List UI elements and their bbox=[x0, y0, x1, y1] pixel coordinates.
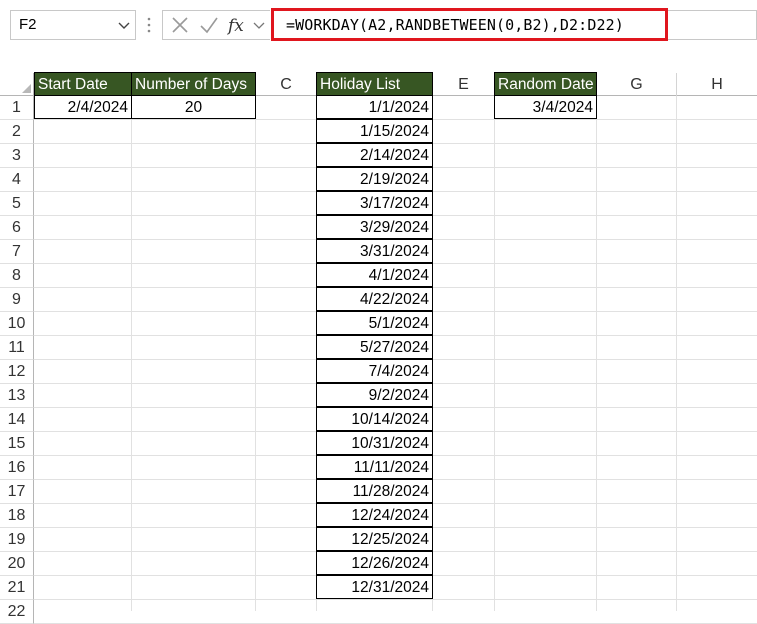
holiday-cell[interactable]: 3/31/2024 bbox=[316, 239, 433, 263]
row-header[interactable]: 5 bbox=[0, 192, 34, 216]
cell-b1[interactable]: Number of Days bbox=[131, 72, 256, 96]
column-header-g[interactable]: G bbox=[597, 73, 677, 96]
holiday-cell[interactable]: 12/31/2024 bbox=[316, 575, 433, 599]
holiday-cell[interactable]: 3/17/2024 bbox=[316, 191, 433, 215]
row-header[interactable]: 6 bbox=[0, 216, 34, 240]
holiday-cell[interactable]: 2/14/2024 bbox=[316, 143, 433, 167]
cell-a1[interactable]: Start Date bbox=[34, 72, 132, 96]
enter-icon[interactable] bbox=[199, 16, 219, 34]
row-header[interactable]: 8 bbox=[0, 264, 34, 288]
cell-d1[interactable]: Holiday List bbox=[316, 72, 433, 96]
row-header[interactable]: 11 bbox=[0, 336, 34, 360]
holiday-cell[interactable]: 10/14/2024 bbox=[316, 407, 433, 431]
holiday-cell[interactable]: 11/28/2024 bbox=[316, 479, 433, 503]
row-header[interactable]: 2 bbox=[0, 120, 34, 144]
row-header[interactable]: 22 bbox=[0, 600, 34, 624]
holiday-cell[interactable]: 7/4/2024 bbox=[316, 359, 433, 383]
holiday-cell[interactable]: 12/25/2024 bbox=[316, 527, 433, 551]
select-all-corner[interactable] bbox=[0, 73, 34, 96]
formula-text: =WORKDAY(A2,RANDBETWEEN(0,B2),D2:D22) bbox=[286, 16, 624, 34]
row-header[interactable]: 17 bbox=[0, 480, 34, 504]
holiday-cell[interactable]: 2/19/2024 bbox=[316, 167, 433, 191]
column-header-h[interactable]: H bbox=[677, 73, 757, 96]
holiday-cell[interactable]: 4/22/2024 bbox=[316, 287, 433, 311]
row-header[interactable]: 12 bbox=[0, 360, 34, 384]
cell-f1[interactable]: Random Date bbox=[494, 72, 597, 96]
column-header-e[interactable]: E bbox=[433, 73, 495, 96]
holiday-cell[interactable]: 12/26/2024 bbox=[316, 551, 433, 575]
holiday-cell[interactable]: 10/31/2024 bbox=[316, 431, 433, 455]
expand-icon[interactable] bbox=[253, 19, 265, 31]
drag-handle-icon[interactable] bbox=[146, 14, 152, 36]
cell-b2[interactable]: 20 bbox=[131, 95, 256, 119]
row-header[interactable]: 19 bbox=[0, 528, 34, 552]
name-box[interactable]: F2 bbox=[10, 10, 136, 40]
name-box-value: F2 bbox=[19, 16, 37, 33]
row-header[interactable]: 3 bbox=[0, 144, 34, 168]
formula-buttons: fx bbox=[162, 10, 270, 40]
holiday-cell[interactable]: 1/15/2024 bbox=[316, 119, 433, 143]
row-header[interactable]: 4 bbox=[0, 168, 34, 192]
cell-a2[interactable]: 2/4/2024 bbox=[34, 95, 132, 119]
row-header[interactable]: 7 bbox=[0, 240, 34, 264]
holiday-cell[interactable]: 11/11/2024 bbox=[316, 455, 433, 479]
row-header[interactable]: 16 bbox=[0, 456, 34, 480]
row-header[interactable]: 20 bbox=[0, 552, 34, 576]
holiday-cell[interactable]: 4/1/2024 bbox=[316, 263, 433, 287]
row-header[interactable]: 21 bbox=[0, 576, 34, 600]
holiday-cell[interactable]: 3/29/2024 bbox=[316, 215, 433, 239]
formula-bar: F2 fx =WORKDAY(A2,RANDBETWEEN(0,B2),D2:D… bbox=[0, 0, 757, 50]
row-header[interactable]: 9 bbox=[0, 288, 34, 312]
svg-text:fx: fx bbox=[227, 16, 244, 36]
holiday-cell[interactable]: 5/1/2024 bbox=[316, 311, 433, 335]
cancel-icon[interactable] bbox=[171, 16, 189, 34]
holiday-cell[interactable]: 5/27/2024 bbox=[316, 335, 433, 359]
holiday-cell[interactable]: 9/2/2024 bbox=[316, 383, 433, 407]
row-gridline bbox=[34, 599, 757, 600]
cell-f2[interactable]: 3/4/2024 bbox=[494, 95, 597, 119]
row-header[interactable]: 10 bbox=[0, 312, 34, 336]
row-header[interactable]: 18 bbox=[0, 504, 34, 528]
chevron-down-icon[interactable] bbox=[118, 19, 130, 31]
formula-input-extension[interactable] bbox=[668, 10, 757, 40]
row-header[interactable]: 14 bbox=[0, 408, 34, 432]
column-header-c[interactable]: C bbox=[256, 73, 317, 96]
formula-input[interactable]: =WORKDAY(A2,RANDBETWEEN(0,B2),D2:D22) bbox=[271, 8, 668, 41]
row-header[interactable]: 15 bbox=[0, 432, 34, 456]
row-header[interactable]: 1 bbox=[0, 96, 34, 120]
holiday-cell[interactable]: 1/1/2024 bbox=[316, 95, 433, 119]
fx-icon[interactable]: fx bbox=[227, 14, 249, 36]
holiday-cell[interactable]: 12/24/2024 bbox=[316, 503, 433, 527]
row-header[interactable]: 13 bbox=[0, 384, 34, 408]
